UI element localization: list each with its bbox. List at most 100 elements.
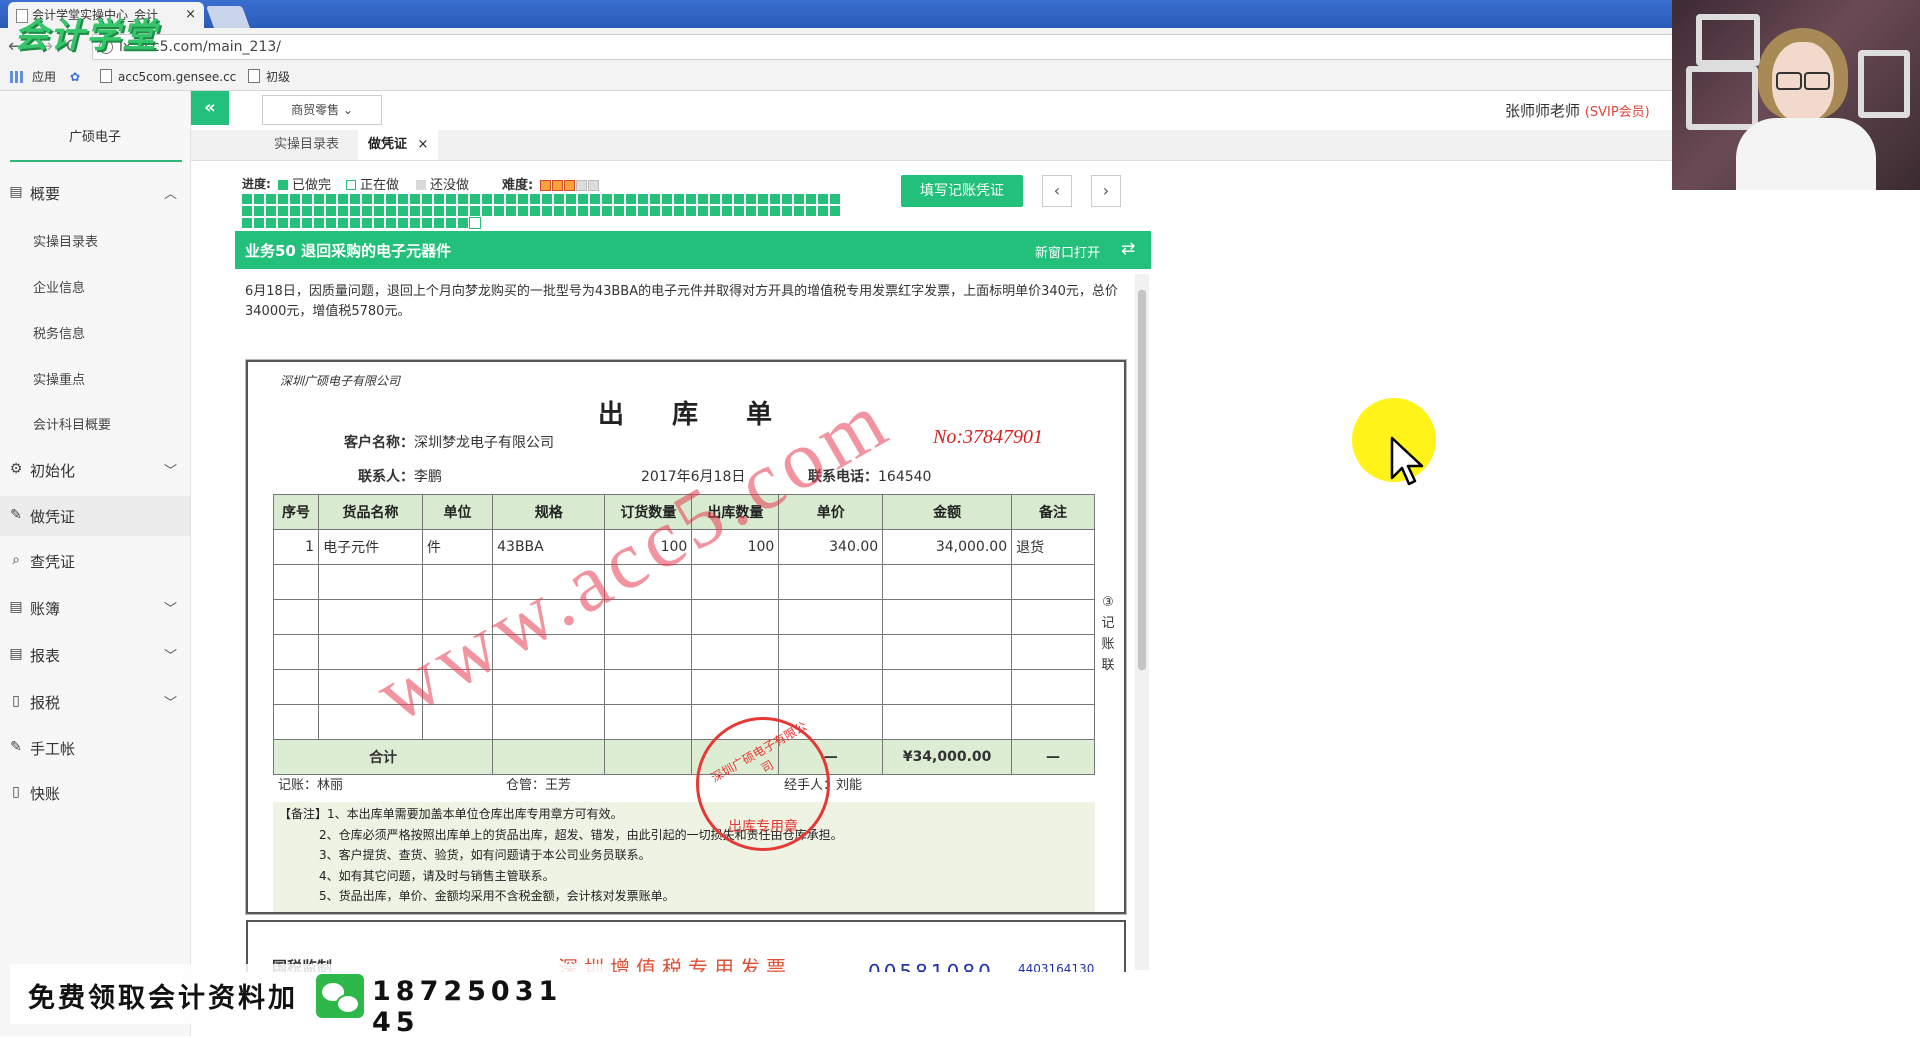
sidebar-subitem-company-info[interactable]: 企业信息 bbox=[33, 277, 85, 296]
progress-cell[interactable] bbox=[626, 206, 636, 216]
progress-cell[interactable] bbox=[650, 194, 660, 204]
progress-cell[interactable] bbox=[494, 206, 504, 216]
progress-cell[interactable] bbox=[398, 218, 408, 228]
progress-cell[interactable] bbox=[242, 206, 252, 216]
progress-cell[interactable] bbox=[734, 206, 744, 216]
progress-cell[interactable] bbox=[818, 206, 828, 216]
progress-cell[interactable] bbox=[770, 206, 780, 216]
collapse-sidebar-button[interactable]: « bbox=[191, 91, 229, 125]
progress-cell[interactable] bbox=[314, 194, 324, 204]
progress-cell[interactable] bbox=[794, 194, 804, 204]
progress-cell[interactable] bbox=[374, 218, 384, 228]
prev-task-button[interactable]: ‹ bbox=[1042, 175, 1072, 207]
progress-cell[interactable] bbox=[446, 206, 456, 216]
progress-cell[interactable] bbox=[242, 218, 252, 228]
progress-cell[interactable] bbox=[290, 206, 300, 216]
progress-cell[interactable] bbox=[422, 218, 432, 228]
progress-cell[interactable] bbox=[626, 194, 636, 204]
sidebar-subitem-accounts[interactable]: 会计科目概要 bbox=[33, 414, 111, 433]
progress-cell[interactable] bbox=[482, 194, 492, 204]
paw-icon[interactable]: ✿ bbox=[70, 64, 80, 90]
progress-cell[interactable] bbox=[818, 194, 828, 204]
progress-cell[interactable] bbox=[494, 194, 504, 204]
sidebar-subitem-catalog[interactable]: 实操目录表 bbox=[33, 231, 98, 250]
progress-cell[interactable] bbox=[782, 206, 792, 216]
progress-cell[interactable] bbox=[506, 194, 516, 204]
progress-cell[interactable] bbox=[482, 206, 492, 216]
progress-cell[interactable] bbox=[662, 194, 672, 204]
progress-cell[interactable] bbox=[338, 206, 348, 216]
new-tab-button[interactable] bbox=[205, 6, 251, 28]
progress-cell[interactable] bbox=[722, 194, 732, 204]
progress-cell[interactable] bbox=[710, 194, 720, 204]
progress-cell[interactable] bbox=[782, 194, 792, 204]
progress-cell[interactable] bbox=[590, 194, 600, 204]
progress-cell[interactable] bbox=[542, 206, 552, 216]
url-input[interactable]: i lx.acc5.com/main_213/ bbox=[92, 34, 1674, 60]
progress-cell[interactable] bbox=[830, 194, 840, 204]
sidebar-item-init[interactable]: ⚙ 初始化 ﹀ bbox=[0, 450, 190, 490]
sidebar-subitem-tax-info[interactable]: 税务信息 bbox=[33, 323, 85, 342]
progress-cell[interactable] bbox=[770, 194, 780, 204]
progress-cell[interactable] bbox=[434, 194, 444, 204]
next-task-button[interactable]: › bbox=[1091, 175, 1121, 207]
progress-cell[interactable] bbox=[446, 218, 456, 228]
progress-cell[interactable] bbox=[638, 194, 648, 204]
progress-cell[interactable] bbox=[614, 206, 624, 216]
progress-cell[interactable] bbox=[734, 194, 744, 204]
progress-cell[interactable] bbox=[362, 206, 372, 216]
progress-cell[interactable] bbox=[398, 194, 408, 204]
progress-cell[interactable] bbox=[590, 206, 600, 216]
progress-cell[interactable] bbox=[506, 206, 516, 216]
progress-cell[interactable] bbox=[518, 206, 528, 216]
progress-cell[interactable] bbox=[722, 206, 732, 216]
progress-cell[interactable] bbox=[302, 194, 312, 204]
progress-cell[interactable] bbox=[266, 206, 276, 216]
progress-cell[interactable] bbox=[542, 194, 552, 204]
progress-cell[interactable] bbox=[314, 206, 324, 216]
progress-cell[interactable] bbox=[374, 206, 384, 216]
close-tab-icon[interactable]: × bbox=[418, 137, 429, 152]
progress-cell[interactable] bbox=[458, 206, 468, 216]
progress-cell[interactable] bbox=[698, 206, 708, 216]
progress-cell[interactable] bbox=[806, 194, 816, 204]
progress-cell[interactable] bbox=[254, 194, 264, 204]
apps-grid-icon[interactable] bbox=[10, 71, 24, 83]
progress-cell[interactable] bbox=[350, 218, 360, 228]
progress-cell[interactable] bbox=[470, 206, 480, 216]
progress-cell[interactable] bbox=[410, 206, 420, 216]
progress-cell[interactable] bbox=[422, 206, 432, 216]
progress-cell[interactable] bbox=[686, 206, 696, 216]
tab-make-voucher[interactable]: 做凭证 × bbox=[358, 130, 439, 160]
progress-cell[interactable] bbox=[554, 194, 564, 204]
progress-cell[interactable] bbox=[458, 194, 468, 204]
progress-cell[interactable] bbox=[386, 194, 396, 204]
progress-cell[interactable] bbox=[302, 218, 312, 228]
progress-cell[interactable] bbox=[469, 217, 481, 229]
progress-cell[interactable] bbox=[698, 194, 708, 204]
progress-cell[interactable] bbox=[530, 206, 540, 216]
progress-cell[interactable] bbox=[650, 206, 660, 216]
progress-cell[interactable] bbox=[614, 194, 624, 204]
progress-cell[interactable] bbox=[326, 218, 336, 228]
progress-cell[interactable] bbox=[254, 218, 264, 228]
progress-cell[interactable] bbox=[806, 206, 816, 216]
close-tab-icon[interactable]: × bbox=[185, 2, 196, 28]
scrollbar-thumb[interactable] bbox=[1138, 290, 1146, 670]
progress-cell[interactable] bbox=[602, 206, 612, 216]
progress-cell[interactable] bbox=[350, 206, 360, 216]
progress-cell[interactable] bbox=[578, 206, 588, 216]
progress-cell[interactable] bbox=[386, 206, 396, 216]
progress-cell[interactable] bbox=[830, 206, 840, 216]
progress-cell[interactable] bbox=[326, 194, 336, 204]
bookmark-apps[interactable]: 应用 bbox=[32, 64, 56, 90]
progress-cell[interactable] bbox=[362, 218, 372, 228]
sidebar-item-manual-ledger[interactable]: ✎ 手工帐 bbox=[0, 728, 190, 768]
progress-cell[interactable] bbox=[758, 206, 768, 216]
sidebar-subitem-key-points[interactable]: 实操重点 bbox=[33, 369, 85, 388]
progress-cell[interactable] bbox=[242, 194, 252, 204]
user-info[interactable]: 张师师老师 (SVIP会员) bbox=[1505, 100, 1650, 121]
sidebar-item-quick-ledger[interactable]: ▯ 快账 bbox=[0, 773, 190, 813]
progress-cell[interactable] bbox=[266, 194, 276, 204]
progress-cell[interactable] bbox=[266, 218, 276, 228]
